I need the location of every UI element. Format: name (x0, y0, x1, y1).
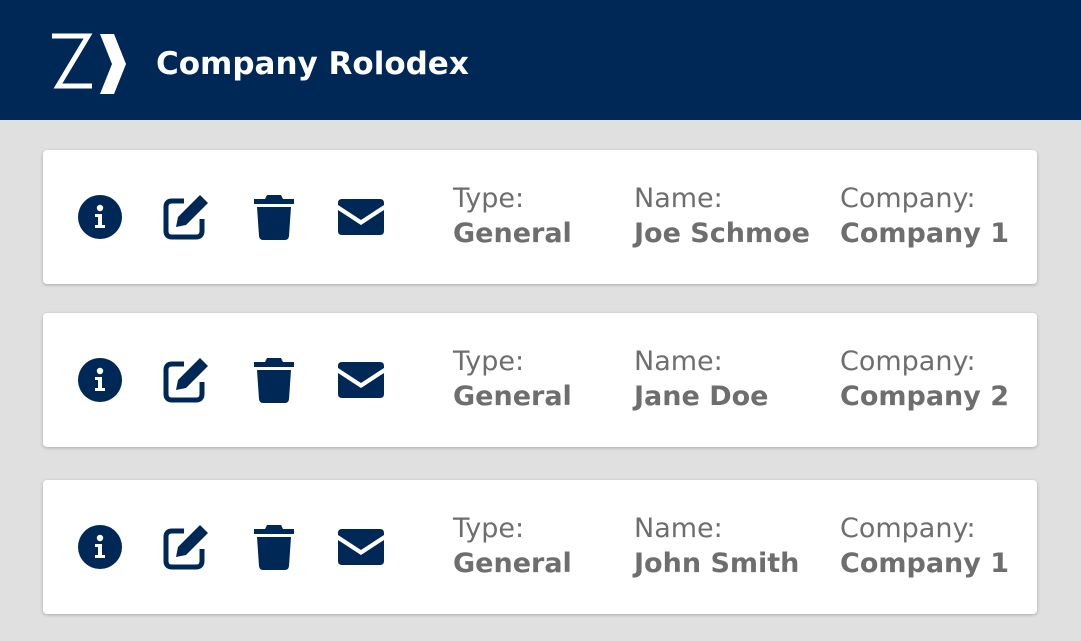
type-field: Type: General (453, 182, 572, 252)
contact-card: Type: General Name: Jane Doe Company: Co… (43, 313, 1037, 447)
company-label: Company: (840, 513, 976, 544)
mail-icon[interactable] (337, 193, 385, 241)
mail-icon[interactable] (337, 356, 385, 404)
app-title: Company Rolodex (156, 46, 469, 82)
type-value: General (453, 548, 572, 579)
edit-icon[interactable] (162, 523, 210, 571)
type-value: General (453, 381, 572, 412)
company-field: Company: Company 2 (840, 345, 1009, 415)
type-field: Type: General (453, 512, 572, 582)
info-icon[interactable] (76, 193, 124, 241)
name-value: Joe Schmoe (634, 218, 810, 249)
company-field: Company: Company 1 (840, 182, 1009, 252)
trash-icon[interactable] (250, 356, 298, 404)
type-label: Type: (453, 346, 525, 377)
type-field: Type: General (453, 345, 572, 415)
name-label: Name: (634, 183, 723, 214)
info-icon[interactable] (76, 356, 124, 404)
edit-icon[interactable] (162, 356, 210, 404)
contact-card: Type: General Name: Joe Schmoe Company: … (43, 150, 1037, 284)
name-field: Name: John Smith (634, 512, 799, 582)
name-value: Jane Doe (634, 381, 769, 412)
company-value: Company 2 (840, 381, 1010, 412)
company-label: Company: (840, 346, 976, 377)
company-field: Company: Company 1 (840, 512, 1009, 582)
contact-card: Type: General Name: John Smith Company: … (43, 480, 1037, 614)
logo-icon (52, 33, 126, 94)
name-field: Name: Joe Schmoe (634, 182, 810, 252)
trash-icon[interactable] (250, 193, 298, 241)
type-value: General (453, 218, 572, 249)
company-label: Company: (840, 183, 976, 214)
edit-icon[interactable] (162, 193, 210, 241)
info-icon[interactable] (76, 523, 124, 571)
type-label: Type: (453, 183, 525, 214)
name-value: John Smith (634, 548, 800, 579)
app-header: Company Rolodex (0, 0, 1081, 120)
name-label: Name: (634, 513, 723, 544)
company-value: Company 1 (840, 548, 1010, 579)
company-value: Company 1 (840, 218, 1010, 249)
mail-icon[interactable] (337, 523, 385, 571)
name-field: Name: Jane Doe (634, 345, 768, 415)
name-label: Name: (634, 346, 723, 377)
type-label: Type: (453, 513, 525, 544)
trash-icon[interactable] (250, 523, 298, 571)
